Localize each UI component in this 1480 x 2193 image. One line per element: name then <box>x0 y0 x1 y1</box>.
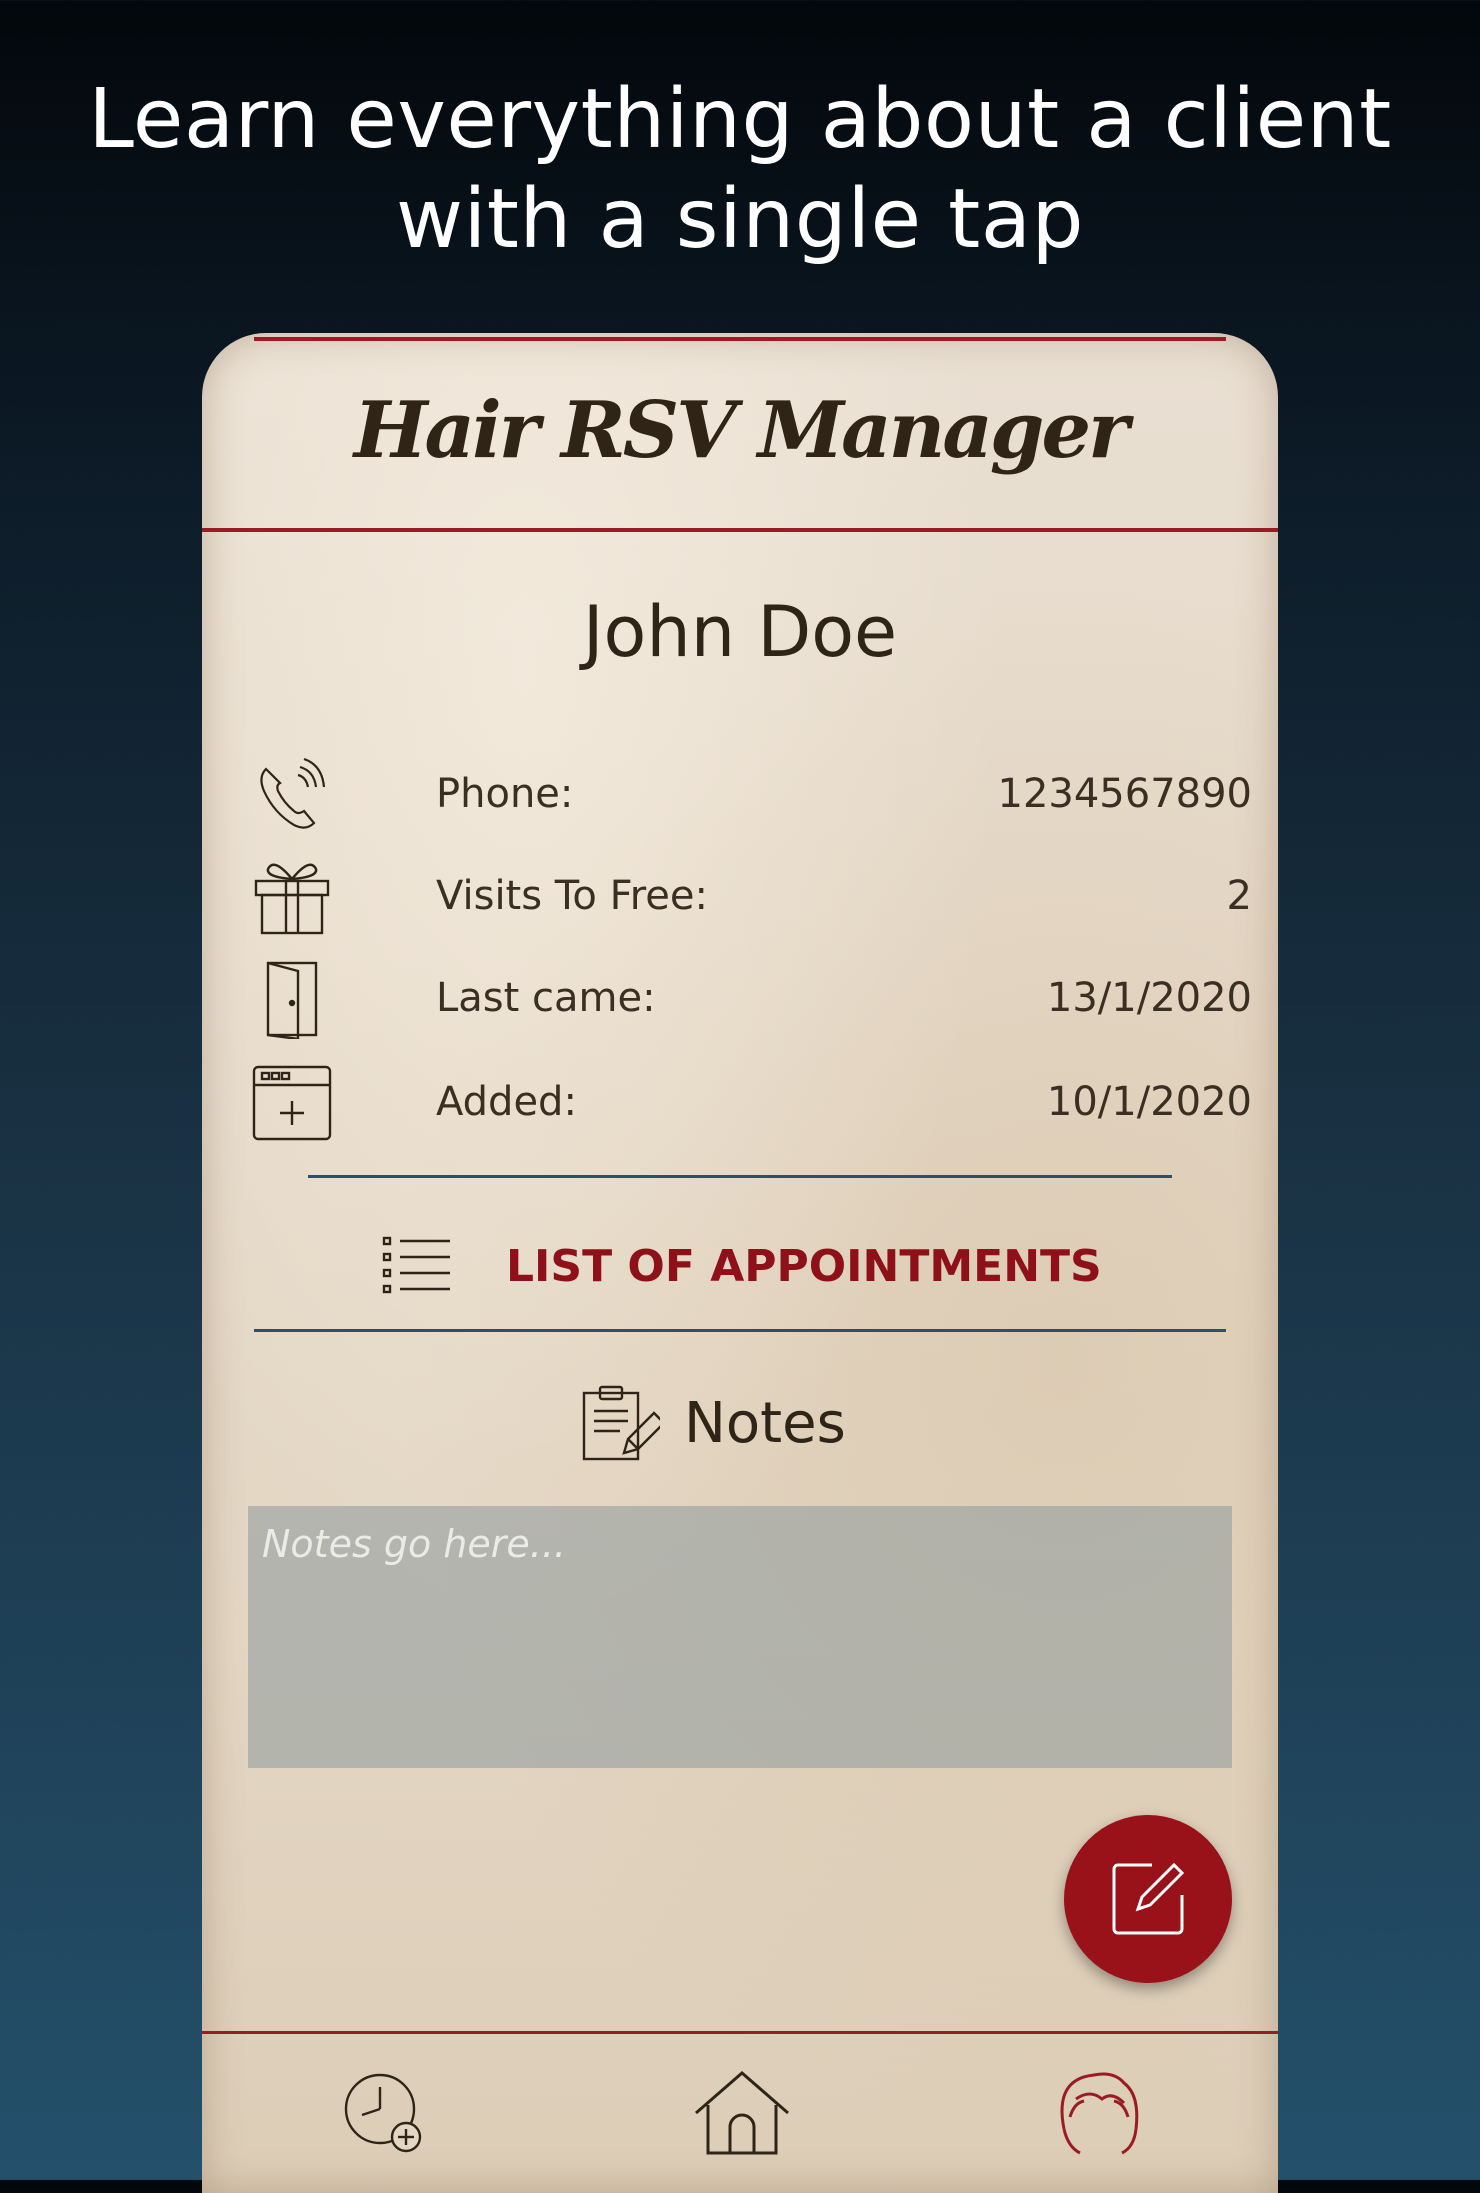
gift-icon <box>252 857 332 937</box>
divider-upper <box>308 1175 1172 1178</box>
client-hair-icon <box>1060 2072 1139 2155</box>
nav-new-appointment[interactable] <box>340 2069 430 2159</box>
added-label: Added: <box>436 1079 577 1125</box>
notes-title: Notes <box>684 1391 846 1456</box>
info-row-visits: Visits To Free: 2 <box>252 857 1252 937</box>
edit-icon <box>1112 1862 1185 1935</box>
divider-lower <box>254 1329 1226 1332</box>
visits-label: Visits To Free: <box>436 873 708 919</box>
bottom-nav-divider <box>202 2031 1278 2034</box>
clipboard-edit-icon <box>580 1383 666 1463</box>
door-icon <box>252 959 332 1041</box>
phone-screen: Hair RSV Manager John Doe Phone: 1234567… <box>202 333 1278 2193</box>
clock-add-icon <box>344 2073 422 2153</box>
last-came-label: Last came: <box>436 975 656 1021</box>
notes-heading: Notes <box>580 1383 900 1473</box>
list-icon <box>382 1235 452 1295</box>
headline: Learn everything about a client with a s… <box>0 70 1480 270</box>
nav-clients[interactable] <box>1054 2069 1144 2159</box>
notes-input[interactable] <box>248 1506 1232 1768</box>
app-title: Hair RSV Manager <box>353 385 1129 476</box>
list-of-appointments-button[interactable]: LIST OF APPOINTMENTS <box>382 1223 1102 1313</box>
info-row-phone: Phone: 1234567890 <box>252 755 1252 835</box>
list-of-appointments-label: LIST OF APPOINTMENTS <box>506 1241 1102 1292</box>
visits-value: 2 <box>1226 873 1252 919</box>
title-divider <box>202 528 1278 532</box>
edit-client-button[interactable] <box>1064 1815 1232 1983</box>
calendar-add-icon <box>252 1063 332 1143</box>
phone-value[interactable]: 1234567890 <box>998 771 1253 817</box>
nav-home[interactable] <box>692 2069 789 2159</box>
home-icon <box>695 2071 789 2155</box>
headline-line-1: Learn everything about a client <box>88 72 1392 167</box>
top-divider <box>254 337 1226 341</box>
headline-line-2: with a single tap <box>395 172 1085 267</box>
client-name: John Doe <box>582 591 898 673</box>
last-came-value: 13/1/2020 <box>1046 975 1252 1021</box>
info-row-last-came: Last came: 13/1/2020 <box>252 959 1252 1041</box>
info-row-added: Added: 10/1/2020 <box>252 1063 1252 1143</box>
added-value: 10/1/2020 <box>1046 1079 1252 1125</box>
phone-icon <box>252 755 332 835</box>
phone-label: Phone: <box>436 771 574 817</box>
